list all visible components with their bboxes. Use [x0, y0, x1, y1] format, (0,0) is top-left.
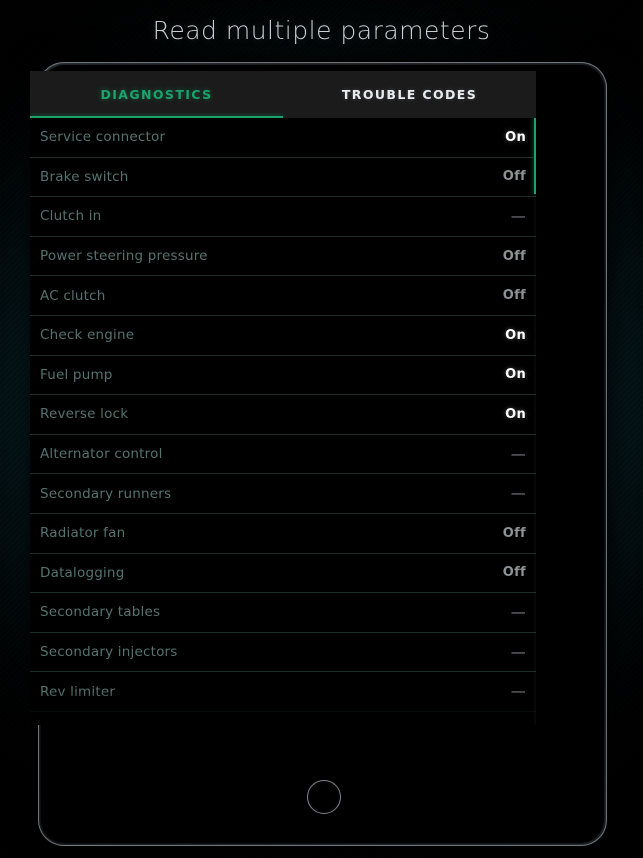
tab-trouble-codes[interactable]: TROUBLE CODES [283, 71, 536, 118]
parameter-label: Ignition cut [40, 723, 119, 725]
parameter-row[interactable]: Rev limiter — [30, 672, 536, 712]
parameter-row[interactable]: Secondary runners — [30, 474, 536, 514]
parameter-row[interactable]: Power steering pressure Off [30, 237, 536, 277]
parameter-value: On [505, 327, 526, 343]
parameter-row[interactable]: Clutch in — [30, 197, 536, 237]
scrollbar-track[interactable] [534, 118, 536, 725]
parameter-row[interactable]: Brake switch Off [30, 158, 536, 198]
parameter-row[interactable]: Radiator fan Off [30, 514, 536, 554]
parameter-row[interactable]: Secondary injectors — [30, 633, 536, 673]
parameter-label: Fuel pump [40, 366, 113, 383]
parameter-value: — [510, 444, 526, 463]
parameter-row[interactable]: AC clutch Off [30, 276, 536, 316]
parameter-row[interactable]: Secondary tables — [30, 593, 536, 633]
parameter-list[interactable]: Service connector On Brake switch Off Clutch… [30, 118, 536, 725]
parameter-value: Off [502, 288, 526, 304]
parameter-value: Off [502, 248, 526, 264]
parameter-label: Secondary tables [40, 604, 161, 621]
parameter-label: AC clutch [40, 287, 106, 304]
parameter-value: — [510, 642, 526, 661]
tab-diagnostics[interactable]: DIAGNOSTICS [30, 71, 283, 118]
home-button[interactable] [306, 780, 341, 814]
parameter-label: Rev limiter [40, 683, 116, 700]
parameter-label: Reverse lock [40, 406, 129, 423]
parameter-label: Clutch in [40, 208, 102, 225]
parameter-label: Datalogging [40, 564, 125, 581]
parameter-rows-host: Service connector On Brake switch Off Clutch… [30, 118, 536, 725]
parameter-label: Brake switch [40, 168, 129, 185]
parameter-label: Secondary runners [40, 485, 172, 502]
parameter-row[interactable]: Fuel pump On [30, 356, 536, 396]
parameter-value: On [505, 367, 526, 383]
parameter-value: — [510, 682, 526, 701]
parameter-row[interactable]: Reverse lock On [30, 395, 536, 435]
parameter-value: Off [502, 525, 526, 541]
parameter-value: — [510, 602, 526, 621]
promo-page: Read multiple parameters DIAGNOSTICS TRO… [0, 0, 643, 858]
parameter-value: Off [502, 169, 526, 185]
parameter-row[interactable]: Service connector On [30, 118, 536, 158]
parameter-value: — [510, 206, 526, 225]
parameter-value: On [505, 129, 526, 145]
page-title: Read multiple parameters [152, 16, 491, 45]
tab-bar: DIAGNOSTICS TROUBLE CODES [30, 71, 536, 118]
parameter-label: Service connector [40, 129, 166, 146]
parameter-value: Off [502, 565, 526, 581]
parameter-label: Secondary injectors [40, 644, 178, 661]
scrollbar-thumb[interactable] [534, 118, 536, 194]
parameter-value: — [510, 484, 526, 503]
parameter-label: Check engine [40, 327, 135, 344]
parameter-label: Radiator fan [40, 525, 126, 542]
parameter-label: Alternator control [40, 446, 163, 463]
app-screen: DIAGNOSTICS TROUBLE CODES Service connec… [30, 71, 536, 725]
parameter-row[interactable]: Ignition cut [30, 712, 536, 725]
parameter-row[interactable]: Check engine On [30, 316, 536, 356]
parameter-value: On [505, 406, 526, 422]
parameter-label: Power steering pressure [40, 248, 208, 265]
parameter-row[interactable]: Alternator control — [30, 435, 536, 475]
parameter-row[interactable]: Datalogging Off [30, 554, 536, 594]
